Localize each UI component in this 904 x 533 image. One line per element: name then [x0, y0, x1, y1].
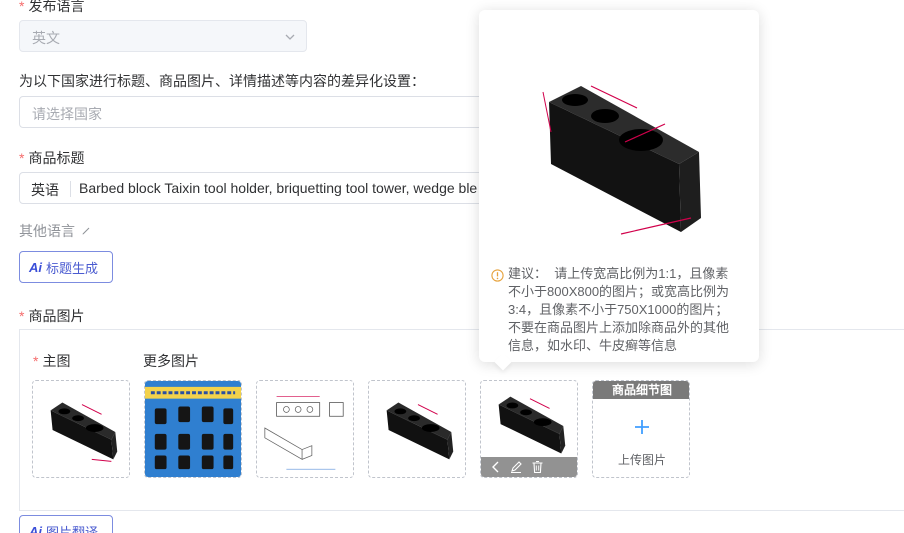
more-image-thumbnail[interactable]: [368, 380, 466, 478]
preview-product-image: [542, 85, 701, 235]
ai-icon: Ai: [29, 259, 42, 275]
ai-icon: Ai: [29, 523, 42, 533]
product-block-image: [386, 402, 454, 460]
product-block-image: [50, 402, 118, 462]
upload-suggestion: 建议： 请上传宽高比例为1:1，且像素 不小于800X800的图片；或宽高比例为…: [508, 265, 752, 355]
more-images-label: 更多图片: [143, 353, 199, 369]
edit-pencil-icon: [81, 226, 91, 236]
suggestion-text: 不小于800X800的图片；或宽高比例为: [508, 284, 730, 299]
plus-icon: [633, 418, 651, 436]
other-languages-text: 其他语言: [19, 223, 75, 239]
chevron-down-icon: [284, 31, 296, 43]
images-label-text: 商品图片: [28, 308, 85, 324]
title-input[interactable]: 英语 Barbed block Taixin tool holder, briq…: [19, 172, 489, 204]
more-image-thumbnail[interactable]: [256, 380, 354, 478]
language-label: * 发布语言: [19, 0, 84, 16]
images-label: * 商品图片: [19, 306, 84, 326]
country-label: 为以下国家进行标题、商品图片、详情描述等内容的差异化设置：: [19, 73, 425, 89]
required-asterisk: *: [19, 0, 25, 14]
main-image-thumbnail[interactable]: [32, 380, 130, 478]
country-select-placeholder: 请选择国家: [32, 106, 102, 122]
required-asterisk: *: [33, 353, 39, 369]
image-action-bar: [481, 457, 577, 477]
title-lang-tag: 英语: [31, 182, 59, 198]
main-image-label-text: 主图: [42, 353, 71, 369]
image-preview-popover: 建议： 请上传宽高比例为1:1，且像素 不小于800X800的图片；或宽高比例为…: [479, 10, 759, 371]
upload-image-label: 上传图片: [617, 453, 666, 467]
delete-icon[interactable]: [531, 460, 544, 474]
title-label-text: 商品标题: [28, 150, 85, 166]
more-image-thumbnail[interactable]: [144, 380, 242, 478]
image-translate-label: 图片翻译: [46, 524, 99, 533]
divider: [70, 181, 71, 197]
language-select-value: 英文: [32, 30, 60, 46]
required-asterisk: *: [19, 150, 25, 166]
upload-detail-image-button[interactable]: 商品细节图 上传图片: [592, 380, 690, 478]
country-select[interactable]: 请选择国家: [19, 96, 489, 128]
title-label: * 商品标题: [19, 148, 84, 168]
required-asterisk: *: [19, 308, 25, 324]
more-image-thumbnail-hovered[interactable]: [480, 380, 578, 478]
title-generate-button[interactable]: Ai 标题生成: [19, 251, 113, 283]
suggestion-text: 请上传宽高比例为1:1，且像素: [554, 266, 729, 281]
title-input-value: Barbed block Taixin tool holder, briquet…: [79, 180, 478, 196]
suggestion-line: 建议： 请上传宽高比例为1:1，且像素: [508, 265, 752, 283]
technical-drawing-image: [257, 381, 353, 477]
product-parts-image: [145, 381, 241, 477]
suggestion-text: 不要在商品图片上添加除商品外的其他: [508, 320, 730, 335]
suggestion-text: 3:4，且像素不小于750X1000的图片；: [508, 302, 729, 317]
title-generate-label: 标题生成: [46, 260, 99, 276]
suggestion-text: 信息，如水印、牛皮癣等信息: [508, 338, 678, 353]
other-languages-link[interactable]: 其他语言: [19, 221, 91, 241]
edit-icon[interactable]: [509, 460, 523, 474]
chevron-left-icon[interactable]: [491, 461, 501, 473]
main-image-label: * 主图: [33, 351, 70, 371]
language-select[interactable]: 英文: [19, 20, 307, 52]
suggestion-title: 建议：: [508, 266, 548, 281]
detail-image-badge: 商品细节图: [593, 381, 689, 399]
info-icon: [491, 269, 504, 282]
image-translate-button[interactable]: Ai 图片翻译: [19, 515, 113, 533]
language-label-text: 发布语言: [28, 0, 85, 14]
